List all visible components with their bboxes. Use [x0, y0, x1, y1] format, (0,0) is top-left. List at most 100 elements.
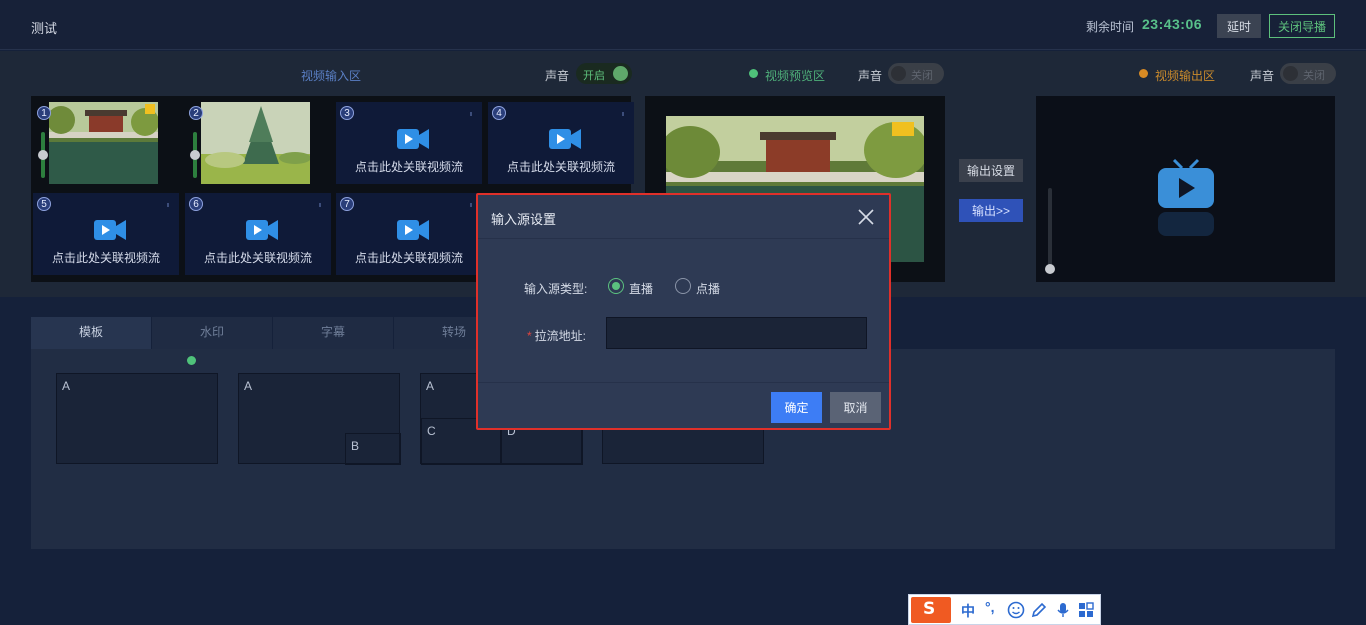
cell-indicator: [622, 112, 624, 116]
tab-watermark[interactable]: 水印: [152, 317, 272, 349]
slider-handle[interactable]: [38, 150, 48, 160]
sogou-logo-icon[interactable]: S: [911, 597, 951, 623]
video-camera-icon: [94, 220, 126, 240]
input-cell-1[interactable]: 1: [33, 102, 179, 184]
preview-status-dot: [749, 69, 758, 78]
toggle-knob: [613, 66, 628, 81]
video-camera-icon: [397, 129, 429, 149]
toolbox-icon[interactable]: [1077, 601, 1095, 619]
stream-url-label: * 拉流地址:: [527, 327, 586, 344]
emoji-icon[interactable]: [1007, 601, 1025, 619]
cell-number: 5: [37, 197, 51, 211]
cell-number: 2: [189, 106, 203, 120]
radio-vod[interactable]: [675, 278, 691, 294]
output-volume-slider[interactable]: [1045, 188, 1055, 274]
radio-live[interactable]: [608, 278, 624, 294]
output-sound-toggle-label: 关闭: [1303, 70, 1325, 82]
microphone-icon[interactable]: [1054, 601, 1072, 619]
close-icon[interactable]: [857, 208, 875, 226]
input-cell-3[interactable]: 3 点击此处关联视频流: [336, 102, 482, 184]
input-sound-toggle[interactable]: 开启: [576, 63, 632, 84]
region-label: A: [244, 379, 253, 393]
cancel-button[interactable]: 取消: [830, 392, 881, 423]
layout-template-2[interactable]: A B: [238, 373, 401, 465]
confirm-button[interactable]: 确定: [771, 392, 822, 423]
radio-live-label[interactable]: 直播: [629, 280, 653, 297]
link-stream-text: 点击此处关联视频流: [51, 251, 160, 265]
volume-slider[interactable]: [190, 132, 200, 178]
output-button[interactable]: 输出>>: [959, 199, 1023, 222]
cell-number: 3: [340, 106, 354, 120]
remaining-time-label: 剩余时间: [1086, 20, 1135, 34]
output-sound-label: 声音: [1250, 69, 1275, 83]
cell-indicator: [470, 112, 472, 116]
video-camera-icon: [549, 129, 581, 149]
preview-area-label: 视频预览区: [765, 69, 826, 83]
region-label: B: [351, 439, 360, 453]
slider-handle[interactable]: [190, 150, 200, 160]
output-settings-button[interactable]: 输出设置: [959, 159, 1023, 182]
page-title: 测试: [31, 21, 58, 36]
stream-url-input[interactable]: [606, 317, 867, 349]
input-sound-label: 声音: [545, 69, 570, 83]
toggle-knob: [1283, 66, 1298, 81]
remaining-time-value: 23:43:06: [1142, 16, 1203, 32]
output-area-label: 视频输出区: [1155, 69, 1216, 83]
required-mark: *: [527, 329, 532, 343]
preview-sound-label: 声音: [858, 69, 883, 83]
input-sound-toggle-label: 开启: [583, 70, 605, 82]
cell-indicator: [470, 203, 472, 207]
input-cell-2[interactable]: 2: [185, 102, 331, 184]
cell-number: 7: [340, 197, 354, 211]
input-cell-4[interactable]: 4 点击此处关联视频流: [488, 102, 634, 184]
cell-number: 4: [492, 106, 506, 120]
link-stream-text: 点击此处关联视频流: [354, 160, 463, 174]
video-camera-icon: [246, 220, 278, 240]
output-status-dot: [1139, 69, 1148, 78]
ime-mode[interactable]: 中: [961, 601, 975, 621]
dialog-header: 输入源设置: [478, 195, 889, 239]
video-output: [1036, 96, 1335, 282]
tv-play-icon: [1158, 158, 1214, 236]
dialog-footer-divider: [478, 382, 889, 383]
slider-handle[interactable]: [1045, 264, 1055, 274]
landscape-thumbnail: [201, 102, 310, 184]
pen-icon[interactable]: [1030, 601, 1048, 619]
garden-thumbnail: [49, 102, 158, 184]
layout-template-1[interactable]: A: [56, 373, 218, 464]
input-source-dialog: 输入源设置 输入源类型: 直播 点播 * 拉流地址: 确定 取消: [476, 193, 891, 430]
link-stream-text: 点击此处关联视频流: [354, 251, 463, 265]
link-stream-text: 点击此处关联视频流: [506, 160, 615, 174]
link-stream-text: 点击此处关联视频流: [203, 251, 312, 265]
preview-sound-toggle[interactable]: 关闭: [888, 63, 944, 84]
video-camera-icon: [397, 220, 429, 240]
tab-template[interactable]: 模板: [31, 317, 151, 349]
stream-url-label-text: 拉流地址:: [534, 329, 587, 343]
source-type-label: 输入源类型:: [524, 282, 588, 296]
tab-subtitle[interactable]: 字幕: [273, 317, 393, 349]
dialog-title: 输入源设置: [491, 212, 557, 227]
cell-indicator: [319, 203, 321, 207]
delay-button[interactable]: 延时: [1217, 14, 1261, 38]
input-area-label: 视频输入区: [301, 69, 362, 83]
input-cell-6[interactable]: 6 点击此处关联视频流: [185, 193, 331, 275]
cell-indicator: [167, 203, 169, 207]
cell-number: 1: [37, 106, 51, 120]
toggle-knob: [891, 66, 906, 81]
radio-vod-label[interactable]: 点播: [696, 280, 720, 297]
close-live-button[interactable]: 关闭导播: [1269, 14, 1335, 38]
top-bar: 测试 剩余时间 23:43:06 延时 关闭导播: [0, 0, 1366, 50]
region-label: A: [426, 379, 435, 393]
region-label: A: [62, 379, 71, 393]
cell-number: 6: [189, 197, 203, 211]
output-sound-toggle[interactable]: 关闭: [1280, 63, 1336, 84]
selected-template-dot: [187, 356, 196, 365]
region-label: C: [427, 424, 436, 438]
volume-slider[interactable]: [38, 132, 48, 178]
input-cell-5[interactable]: 5 点击此处关联视频流: [33, 193, 179, 275]
ime-punctuation[interactable]: °,: [985, 599, 995, 615]
ime-toolbar: S 中 °,: [908, 594, 1101, 625]
preview-sound-toggle-label: 关闭: [911, 70, 933, 82]
template-sub-region: B: [345, 433, 401, 465]
input-cell-7[interactable]: 7 点击此处关联视频流: [336, 193, 482, 275]
